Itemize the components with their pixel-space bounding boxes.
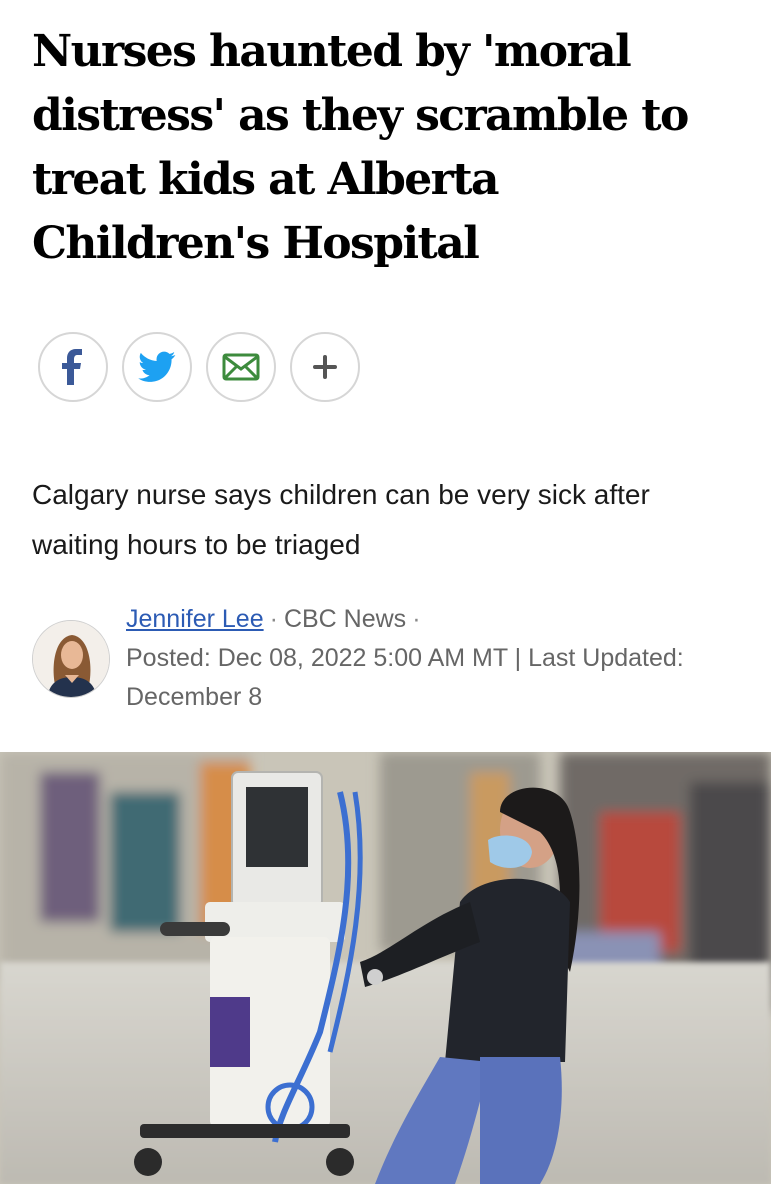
facebook-icon [62, 349, 82, 385]
plus-icon [313, 355, 337, 379]
share-twitter-button[interactable] [122, 332, 192, 402]
author-avatar[interactable] [32, 620, 110, 698]
article-headline: Nurses haunted by 'moral distress' as th… [32, 26, 689, 269]
article-subheadline: Calgary nurse says children can be very … [32, 479, 650, 560]
byline-separator: · [412, 605, 421, 633]
author-link[interactable]: Jennifer Lee [126, 605, 264, 633]
byline-separator: · [269, 605, 278, 633]
byline: Jennifer Lee · CBC News · Posted: Dec 08, 2… [32, 600, 752, 717]
outlet-name: CBC News [283, 605, 407, 633]
article-hero-photo[interactable] [0, 752, 771, 1184]
posted-timestamp: Posted: Dec 08, 2022 5:00 AM MT | Last U… [126, 644, 684, 711]
share-facebook-button[interactable] [38, 332, 108, 402]
twitter-icon [138, 351, 176, 382]
share-more-button[interactable] [290, 332, 360, 402]
share-bar [38, 332, 360, 402]
share-email-button[interactable] [206, 332, 276, 402]
email-icon [222, 353, 260, 381]
